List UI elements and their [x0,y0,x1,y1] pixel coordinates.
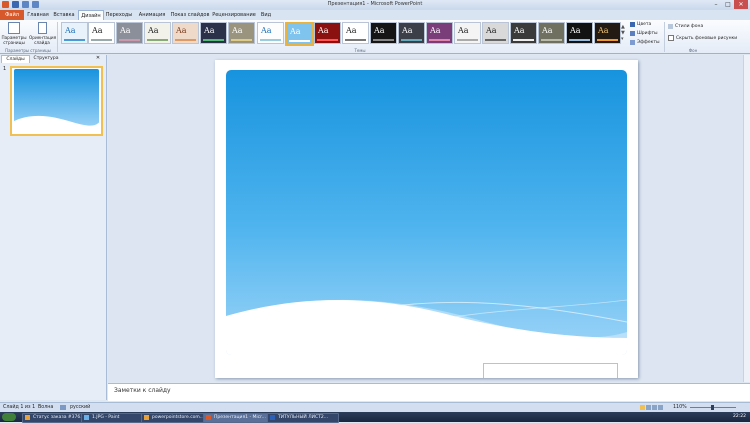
theme-thumb[interactable]: Aa [228,22,255,44]
background-styles-icon [668,24,673,29]
colors-button[interactable]: Цвета [630,22,651,27]
theme-thumb[interactable]: Aa [88,22,115,44]
view-buttons[interactable] [640,405,666,410]
tab-slideshow[interactable]: Показ слайдов [170,10,210,20]
maximize-button[interactable]: □ [722,0,734,9]
minimize-button[interactable]: – [710,0,722,9]
normal-view-icon[interactable] [640,405,645,410]
vertical-scrollbar[interactable] [743,55,750,382]
theme-thumb[interactable]: Aa [172,22,199,44]
slide-orientation-button[interactable]: Ориентация слайда [29,22,56,48]
group-divider [57,22,58,52]
theme-thumb[interactable]: Aa [454,22,481,44]
tab-animation[interactable]: Анимация [136,10,168,20]
tab-outline[interactable]: Структура [30,55,62,62]
theme-thumb[interactable]: Aa [510,22,537,44]
orientation-icon [37,22,47,34]
slide-canvas[interactable] [215,60,638,378]
themes-group-label: Темы [354,48,366,53]
tab-slides[interactable]: Слайды [1,55,30,63]
browser-icon [144,415,149,420]
group-divider [664,22,665,52]
tab-transitions[interactable]: Переходы [104,10,134,20]
theme-thumb[interactable]: Aa [342,22,369,44]
status-bar: Слайд 1 из 1 Волна русский 110% [0,402,750,412]
theme-thumb[interactable]: Aa [314,22,341,44]
page-setup-group-label: Параметры страницы [5,48,51,53]
wave-graphic [226,299,627,355]
theme-thumb[interactable]: Aa [116,22,143,44]
zoom-slider-thumb[interactable] [711,405,714,410]
theme-thumb[interactable]: Aa [538,22,565,44]
theme-thumb[interactable]: Aa [426,22,453,44]
paint-icon [84,415,89,420]
checkbox-icon [668,35,674,41]
colors-icon [630,22,635,27]
theme-thumb[interactable]: Aa [370,22,397,44]
close-button[interactable]: ✕ [734,0,748,9]
theme-thumb[interactable]: Aa [257,22,284,44]
slide-background-sky [226,70,627,355]
effects-icon [630,40,635,45]
theme-thumb-selected[interactable]: Aa [285,22,314,46]
word-icon [270,415,275,420]
effects-button[interactable]: Эффекты [630,40,660,45]
page-setup-button[interactable]: Параметры страницы [1,22,27,48]
theme-thumb[interactable]: Aa [482,22,509,44]
theme-thumb[interactable]: Aa [61,22,88,44]
slideshow-view-icon[interactable] [658,405,663,410]
window-title: Презентация1 - Microsoft PowerPoint [327,1,423,7]
sorter-view-icon[interactable] [646,405,651,410]
theme-thumb[interactable]: Aa [566,22,593,44]
language-indicator[interactable]: русский [70,405,90,410]
slide-number: 1 [3,66,7,72]
thumbnail-image [12,69,101,134]
themes-scroll[interactable]: ▲ ▼ ▾ [621,24,626,44]
notes-placeholder: Заметки к слайду [114,387,171,394]
taskbar: Статус заказа #376... 1.JPG - Paint powe… [0,412,750,423]
tab-home[interactable]: Главная [26,10,50,20]
background-styles-button[interactable]: Стили фона [668,24,703,29]
slide-thumbnail[interactable] [10,66,103,136]
title-bar: Презентация1 - Microsoft PowerPoint – □ … [0,0,750,10]
tab-file[interactable]: Файл [0,10,24,20]
ribbon: Параметры страницы Ориентация слайда Пар… [0,20,750,54]
theme-thumb[interactable]: Aa [200,22,227,44]
browser-icon [25,415,30,420]
panel-close-icon[interactable]: ✕ [94,55,102,62]
tab-review[interactable]: Рецензирование [212,10,256,20]
theme-thumb[interactable]: Aa [398,22,425,44]
hide-background-checkbox[interactable]: Скрыть фоновые рисунки [668,35,737,41]
reading-view-icon[interactable] [652,405,657,410]
tab-insert[interactable]: Вставка [52,10,76,20]
page-setup-icon [8,22,20,34]
powerpoint-icon [206,415,211,420]
background-group-label: Фон [688,48,698,53]
ribbon-tabs: Файл Главная Вставка Дизайн Переходы Ани… [0,10,750,21]
text-placeholder[interactable] [483,363,618,378]
notes-pane[interactable]: Заметки к слайду [108,383,750,401]
theme-thumb[interactable]: Aa [594,22,621,44]
fonts-button[interactable]: Шрифты [630,31,658,36]
fonts-icon [630,31,635,36]
theme-name: Волна [38,405,54,410]
theme-thumb[interactable]: Aa [144,22,171,44]
clock: 22:22 [733,414,746,419]
zoom-level[interactable]: 110% [673,405,687,410]
tab-view[interactable]: Вид [258,10,274,20]
start-button[interactable] [2,413,16,421]
spellcheck-icon[interactable] [60,405,66,410]
slide-counter: Слайд 1 из 1 [3,405,36,410]
